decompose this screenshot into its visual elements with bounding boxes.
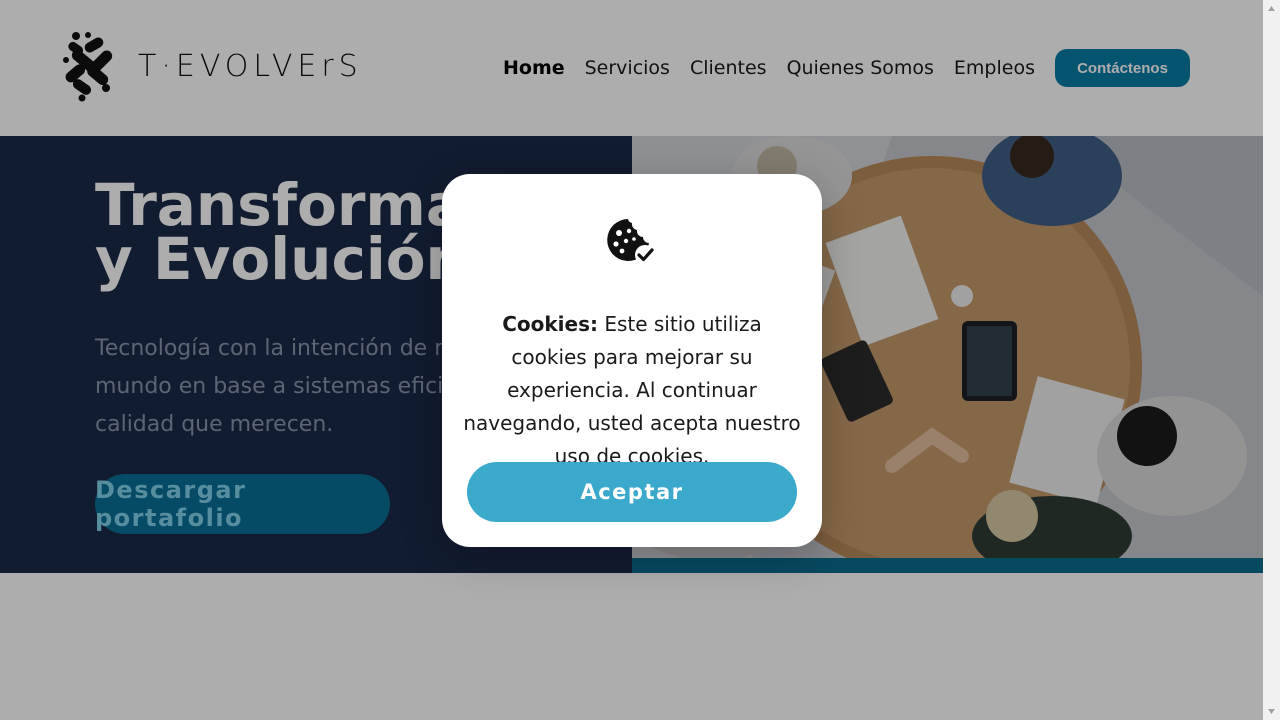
modal-backdrop[interactable]: Cookies: Este sitio utiliza cookies para… xyxy=(0,0,1263,720)
scroll-down-arrow-icon[interactable] xyxy=(1267,707,1276,716)
accept-cookies-button[interactable]: Aceptar xyxy=(467,462,797,522)
cookie-title: Cookies: xyxy=(502,312,598,336)
scroll-up-arrow-icon[interactable] xyxy=(1267,4,1276,13)
cookie-message: Cookies: Este sitio utiliza cookies para… xyxy=(462,308,802,473)
vertical-scrollbar[interactable] xyxy=(1263,0,1280,720)
cookie-check-icon xyxy=(607,219,655,265)
cookie-consent-dialog: Cookies: Este sitio utiliza cookies para… xyxy=(442,174,822,547)
